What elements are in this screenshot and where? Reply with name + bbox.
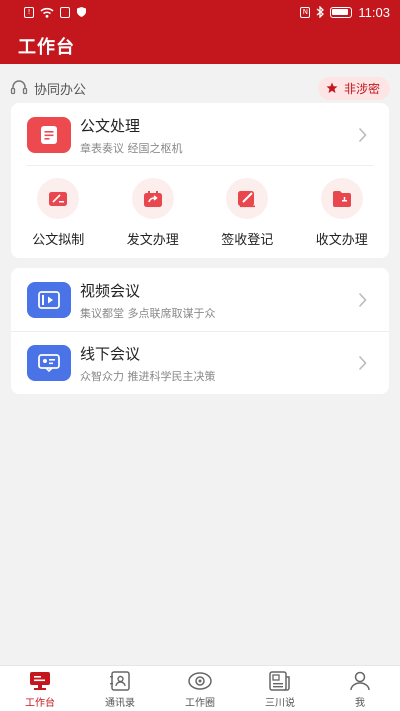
tab-contacts[interactable]: 通讯录 — [80, 666, 160, 711]
receive-doc-icon — [320, 178, 363, 219]
app-header: ! N 11:03 工作台 — [0, 0, 400, 64]
tab-label: 三川说 — [265, 698, 295, 709]
page-title: 工作台 — [18, 37, 75, 58]
status-time: 11:03 — [358, 4, 390, 20]
nfc-icon: N — [300, 6, 311, 18]
offline-meeting-row[interactable]: 线下会议 众智众力 推进科学民主决策 — [11, 333, 389, 393]
tab-label: 我 — [355, 698, 365, 709]
action-sign[interactable]: 签收登记 — [200, 178, 295, 248]
video-meeting-icon — [27, 282, 71, 318]
notification-icon: ! — [24, 6, 34, 18]
sign-icon — [226, 178, 269, 219]
shield-icon — [77, 7, 86, 17]
row-subtitle: 集议都堂 多点联席取谋于众 — [80, 306, 216, 320]
action-receive-doc[interactable]: 收文办理 — [295, 178, 390, 248]
action-label: 收文办理 — [315, 233, 368, 248]
star-icon — [326, 82, 338, 93]
workbench-icon — [30, 672, 50, 690]
headset-icon — [10, 80, 28, 95]
sim-icon — [60, 6, 70, 18]
row-subtitle: 章表奏议 经国之枢机 — [80, 141, 183, 155]
row-title: 公文处理 — [80, 116, 141, 135]
status-bar: ! N 11:03 — [0, 0, 400, 24]
offline-meeting-icon — [27, 345, 71, 381]
news-icon — [269, 671, 290, 691]
tab-label: 通讯录 — [105, 698, 135, 709]
chevron-right-icon — [358, 292, 367, 308]
action-draft[interactable]: 公文拟制 — [11, 178, 106, 248]
tab-label: 工作台 — [25, 698, 55, 709]
meeting-card: 视频会议 集议都堂 多点联席取谋于众 线下会议 众智众力 推进科学民主决策 — [11, 268, 389, 394]
tab-news[interactable]: 三川说 — [240, 666, 320, 711]
battery-icon — [330, 6, 353, 18]
work-circle-icon — [188, 672, 212, 690]
video-meeting-row[interactable]: 视频会议 集议都堂 多点联席取谋于众 — [11, 270, 389, 330]
document-actions: 公文拟制 发文办理 签收登记 收文办理 — [11, 178, 389, 248]
section-title: 协同办公 — [34, 82, 87, 98]
action-label: 发文办理 — [126, 233, 179, 248]
classification-badge: 非涉密 — [317, 76, 390, 100]
row-title: 线下会议 — [80, 344, 141, 363]
document-icon — [27, 117, 71, 153]
wifi-icon — [40, 7, 54, 18]
draft-icon — [37, 178, 80, 219]
contacts-icon — [110, 671, 130, 691]
bluetooth-icon — [317, 6, 325, 18]
document-card: 公文处理 章表奏议 经国之枢机 公文拟制 发文办理 签收登记 收文办理 — [11, 103, 389, 258]
tab-label: 工作圈 — [185, 698, 215, 709]
chevron-right-icon — [358, 355, 367, 371]
action-label: 公文拟制 — [32, 233, 85, 248]
tab-work-circle[interactable]: 工作圈 — [160, 666, 240, 711]
row-subtitle: 众智众力 推进科学民主决策 — [80, 369, 216, 383]
bottom-tab-bar: 工作台 通讯录 工作圈 三川说 我 — [0, 665, 400, 711]
action-label: 签收登记 — [221, 233, 274, 248]
document-processing-row[interactable]: 公文处理 章表奏议 经国之枢机 — [11, 105, 389, 165]
profile-icon — [350, 671, 370, 691]
divider — [27, 165, 373, 166]
section-header: 协同办公 非涉密 — [10, 76, 390, 100]
send-doc-icon — [131, 178, 174, 219]
action-send-doc[interactable]: 发文办理 — [106, 178, 201, 248]
row-title: 视频会议 — [80, 281, 141, 300]
divider — [11, 331, 389, 332]
chevron-right-icon — [358, 127, 367, 143]
tab-profile[interactable]: 我 — [320, 666, 400, 711]
tab-workbench[interactable]: 工作台 — [0, 666, 80, 711]
badge-label: 非涉密 — [343, 81, 380, 96]
